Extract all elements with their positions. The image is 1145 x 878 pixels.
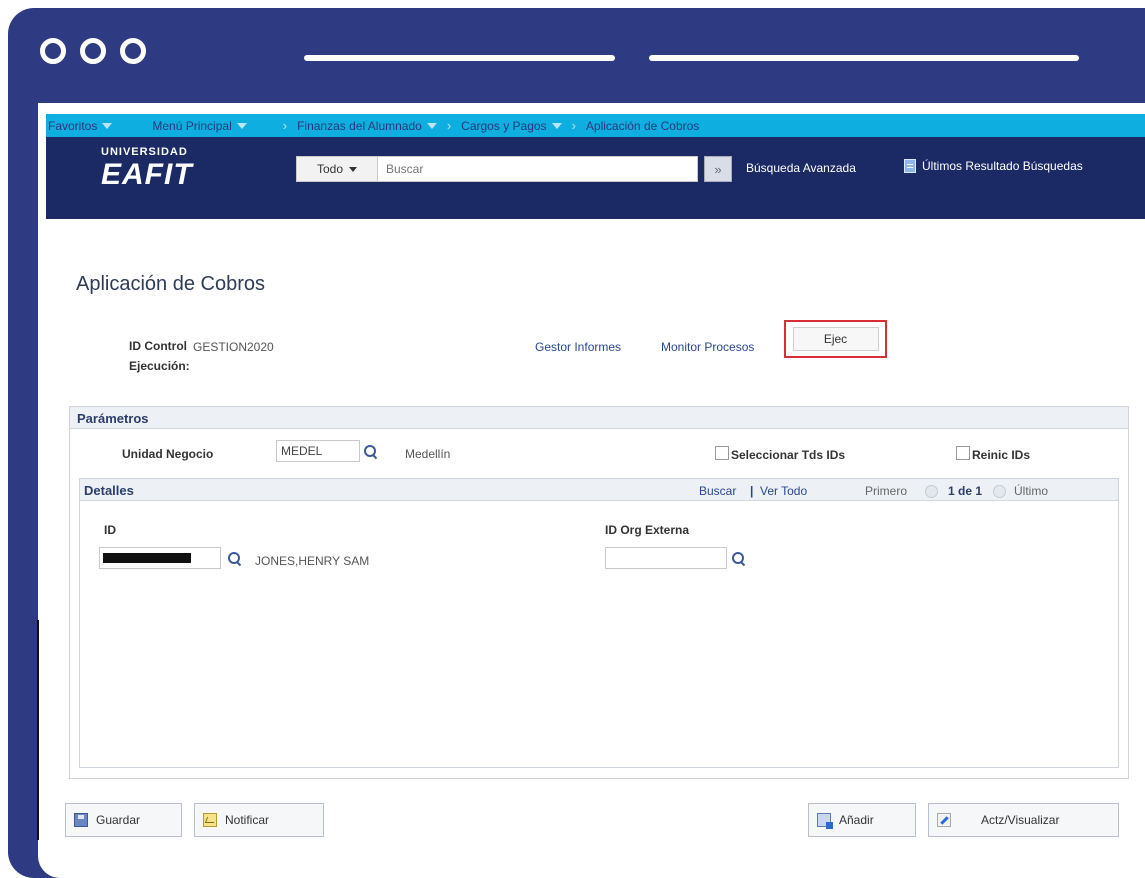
save-label: Guardar [96, 813, 141, 827]
nav-label: Finanzas del Alumnado [297, 118, 422, 133]
page-count: 1 de 1 [948, 484, 983, 498]
last-link[interactable]: Último [1014, 484, 1048, 498]
breadcrumb: Favoritos Menú Principal › Finanzas del … [46, 114, 1145, 137]
chevron-down-icon [551, 122, 562, 129]
search-scope-select[interactable]: Todo [296, 156, 378, 182]
first-link[interactable]: Primero [865, 484, 907, 498]
run-button[interactable]: Ejec [792, 327, 879, 351]
search-input[interactable] [378, 156, 698, 182]
id-input[interactable] [99, 547, 221, 569]
org-id-input[interactable] [605, 547, 727, 569]
tab-bar-line [649, 55, 1079, 61]
control-id-value: GESTION2020 [193, 340, 274, 354]
nav-aplicacion-cobros[interactable]: Aplicación de Cobros [586, 119, 699, 133]
reset-ids-checkbox[interactable] [956, 446, 970, 460]
details-search-link[interactable]: Buscar [699, 484, 736, 498]
reset-ids-label: Reinic IDs [972, 448, 1031, 462]
search-icon[interactable] [228, 552, 242, 566]
chevron-down-icon [236, 122, 247, 129]
save-icon [74, 813, 88, 827]
nav-label: Menú Principal [152, 118, 232, 133]
nav-favoritos[interactable]: Favoritos [48, 118, 113, 133]
last-results-label: Últimos Resultado Búsquedas [922, 159, 1083, 173]
last-results-link[interactable]: Últimos Resultado Búsquedas [904, 159, 1083, 173]
breadcrumb-separator-icon: › [446, 118, 452, 133]
add-label: Añadir [839, 813, 874, 827]
chevron-down-icon [426, 122, 437, 129]
search-icon[interactable] [732, 552, 746, 566]
nav-menu-principal[interactable]: Menú Principal [152, 118, 247, 133]
control-id-label-cont: Ejecución: [129, 359, 190, 373]
browser-frame: Favoritos Menú Principal › Finanzas del … [8, 8, 1145, 878]
breadcrumb-separator-icon: › [571, 118, 576, 133]
notify-button[interactable]: Notificar [194, 803, 324, 837]
student-name: JONES,HENRY SAM [255, 554, 370, 568]
search-icon[interactable] [364, 445, 378, 459]
next-icon[interactable] [993, 484, 1006, 499]
notify-label: Notificar [225, 813, 270, 827]
org-id-column-header: ID Org Externa [605, 523, 690, 537]
document-icon [904, 159, 916, 173]
window-dot-icon[interactable] [80, 38, 106, 64]
select-all-ids-checkbox[interactable] [715, 446, 729, 460]
notify-icon [203, 813, 217, 827]
update-view-icon [937, 813, 951, 827]
address-bar-line [304, 55, 615, 61]
page-title: Aplicación de Cobros [76, 273, 265, 295]
business-unit-label: Unidad Negocio [122, 447, 214, 461]
business-unit-description: Medellín [405, 447, 451, 461]
control-id-label: ID Control [129, 339, 187, 353]
process-monitor-link[interactable]: Monitor Procesos [661, 340, 754, 354]
window-dot-icon[interactable] [120, 38, 146, 64]
details-divider: | [750, 484, 754, 498]
previous-icon[interactable] [925, 484, 938, 499]
business-unit-input[interactable]: MEDEL [276, 440, 360, 462]
logo-small-text: UNIVERSIDAD [101, 146, 188, 158]
nav-cargos-pagos[interactable]: Cargos y Pagos [461, 118, 562, 133]
details-grid: Detalles [79, 478, 1119, 768]
run-button-highlight: Ejec [784, 320, 887, 358]
advanced-search-link[interactable]: Búsqueda Avanzada [746, 161, 856, 175]
chevron-down-icon [102, 122, 113, 129]
app-header: UNIVERSIDAD EAFIT Todo » Búsqueda Avanza… [46, 137, 1145, 219]
redacted-id [103, 553, 191, 563]
nav-label: Aplicación de Cobros [585, 118, 700, 133]
save-button[interactable]: Guardar [65, 803, 182, 837]
add-icon [817, 813, 833, 829]
add-button[interactable]: Añadir [808, 803, 916, 837]
nav-label: Cargos y Pagos [461, 118, 547, 133]
update-view-label: Actz/Visualizar [981, 813, 1060, 827]
left-edge-mark [37, 620, 39, 840]
window-dot-icon[interactable] [40, 38, 66, 64]
app-window: Favoritos Menú Principal › Finanzas del … [38, 103, 1145, 878]
search-bar: Todo » [296, 156, 732, 182]
nav-label: Favoritos [48, 118, 98, 133]
chevron-down-icon [349, 166, 358, 172]
logo-big-text: EAFIT [101, 158, 193, 191]
window-controls [40, 38, 146, 64]
update-view-button[interactable]: Actz/Visualizar [928, 803, 1119, 837]
view-all-link[interactable]: Ver Todo [760, 484, 807, 498]
select-all-ids-label: Seleccionar Tds IDs [731, 448, 846, 462]
search-go-button[interactable]: » [704, 156, 732, 182]
search-scope-value: Todo [316, 162, 344, 176]
parameters-title: Parámetros [70, 407, 1128, 429]
eafit-logo: UNIVERSIDAD EAFIT [101, 147, 193, 190]
nav-finanzas-alumnado[interactable]: Finanzas del Alumnado [297, 119, 437, 133]
id-column-header: ID [104, 523, 116, 537]
breadcrumb-separator-icon: › [282, 118, 288, 133]
report-manager-link[interactable]: Gestor Informes [535, 340, 621, 354]
